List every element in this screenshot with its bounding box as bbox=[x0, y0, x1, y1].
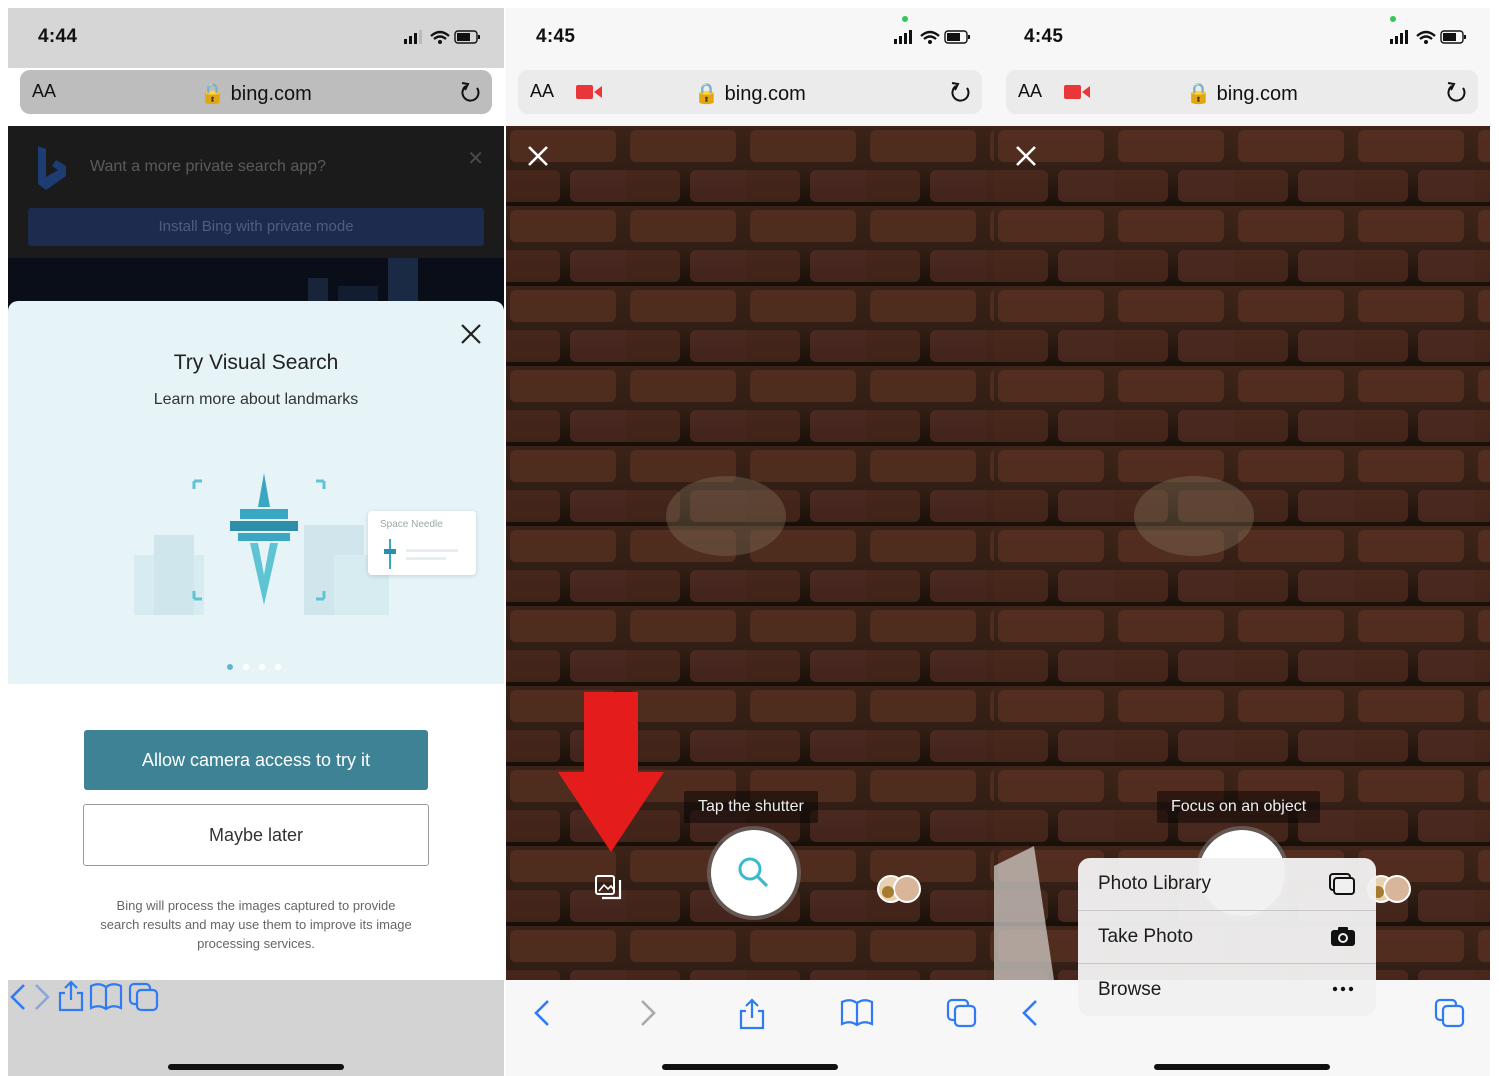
status-time: 4:44 bbox=[38, 26, 78, 47]
status-icons bbox=[894, 30, 970, 44]
menu-item-label: Browse bbox=[1098, 979, 1162, 1000]
status-icons bbox=[404, 30, 480, 44]
forward-icon[interactable] bbox=[638, 998, 658, 1028]
share-icon[interactable] bbox=[57, 980, 85, 1012]
page-dot bbox=[275, 664, 281, 670]
menu-item-label: Take Photo bbox=[1098, 926, 1194, 947]
allow-camera-button[interactable]: Allow camera access to try it bbox=[84, 730, 428, 790]
promo-message: Want a more private search app? bbox=[90, 158, 326, 175]
camera-in-use-indicator bbox=[902, 16, 908, 22]
url-bar[interactable]: AA 🔒 bing.com bbox=[20, 70, 492, 114]
privacy-disclaimer: Bing will process the images captured to… bbox=[100, 898, 412, 951]
photo-gallery-icon[interactable] bbox=[594, 874, 622, 902]
visual-search-sheet: Try Visual Search Learn more about landm… bbox=[8, 301, 504, 684]
space-needle-thumbnail-icon bbox=[384, 539, 458, 569]
camera-icon bbox=[1331, 927, 1355, 946]
close-icon[interactable] bbox=[460, 323, 482, 345]
lock-icon: 🔒 bbox=[200, 83, 226, 105]
install-bing-button[interactable]: Install Bing with private mode bbox=[28, 208, 484, 246]
file-source-menu: Photo Library Take Photo Browse bbox=[1078, 858, 1376, 1016]
bookmarks-icon[interactable] bbox=[89, 982, 123, 1012]
search-icon bbox=[738, 857, 769, 888]
close-camera-icon[interactable] bbox=[1014, 144, 1038, 168]
forward-icon[interactable] bbox=[32, 982, 52, 1012]
status-bar: 4:45 bbox=[994, 8, 1490, 68]
page-dot bbox=[259, 664, 265, 670]
status-time: 4:45 bbox=[1024, 26, 1064, 47]
focus-hint: Focus on an object bbox=[1157, 791, 1321, 823]
home-indicator bbox=[662, 1064, 838, 1070]
status-bar: 4:44 bbox=[8, 8, 504, 68]
menu-item-label: Photo Library bbox=[1098, 873, 1212, 894]
tabs-icon[interactable] bbox=[946, 998, 978, 1028]
photo-library-icon bbox=[1329, 873, 1355, 895]
url-host[interactable]: 🔒 bing.com bbox=[20, 81, 492, 106]
ellipsis-icon bbox=[1332, 986, 1354, 992]
page-indicator bbox=[227, 657, 291, 675]
url-bar[interactable]: AA 🔒 bing.com bbox=[518, 70, 982, 114]
back-icon[interactable] bbox=[532, 998, 552, 1028]
url-host[interactable]: 🔒 bing.com bbox=[518, 81, 982, 106]
shutter-button[interactable] bbox=[711, 830, 797, 916]
lock-icon: 🔒 bbox=[1186, 83, 1212, 105]
status-icons bbox=[1390, 30, 1466, 44]
close-camera-icon[interactable] bbox=[526, 144, 550, 168]
url-bar[interactable]: AA 🔒 bing.com bbox=[1006, 70, 1478, 114]
status-bar: 4:45 bbox=[506, 8, 994, 68]
tabs-icon[interactable] bbox=[128, 982, 160, 1012]
shutter-hint: Tap the shutter bbox=[684, 791, 818, 823]
bing-logo-icon bbox=[38, 146, 66, 190]
sheet-subtitle: Learn more about landmarks bbox=[153, 391, 359, 408]
landmark-card: Space Needle bbox=[368, 511, 476, 575]
screen-visual-search-intro: 4:44 AA 🔒 bing.com Want a more private s… bbox=[8, 8, 504, 1076]
tabs-icon[interactable] bbox=[1434, 998, 1466, 1028]
sheet-title: Try Visual Search bbox=[173, 351, 339, 374]
url-host-text: bing.com bbox=[230, 83, 312, 105]
bookmarks-icon[interactable] bbox=[840, 998, 874, 1028]
url-host[interactable]: 🔒 bing.com bbox=[1006, 81, 1478, 106]
red-arrow-annotation bbox=[558, 692, 664, 852]
reload-icon[interactable] bbox=[950, 80, 972, 104]
reload-icon[interactable] bbox=[460, 80, 482, 104]
lock-icon: 🔒 bbox=[694, 83, 720, 105]
reload-icon[interactable] bbox=[1446, 80, 1468, 104]
bottom-toolbar bbox=[506, 980, 994, 1076]
back-icon[interactable] bbox=[8, 982, 28, 1012]
page-dot bbox=[243, 664, 249, 670]
screen-camera-shutter: 4:45 AA 🔒 bing.com Tap the shutter bbox=[506, 8, 994, 1076]
url-host-text: bing.com bbox=[724, 83, 806, 105]
menu-item-browse[interactable]: Browse bbox=[1078, 963, 1376, 1016]
menu-item-take-photo[interactable]: Take Photo bbox=[1078, 910, 1376, 963]
recent-images-icon[interactable] bbox=[876, 874, 924, 904]
landmark-card-label: Space Needle bbox=[380, 519, 443, 530]
camera-in-use-indicator bbox=[1390, 16, 1396, 22]
bottom-toolbar bbox=[8, 980, 504, 1076]
app-promo-banner: Want a more private search app? ✕ Instal… bbox=[8, 126, 504, 258]
screen-camera-menu: 4:45 AA 🔒 bing.com Focus on an object Ph… bbox=[994, 8, 1490, 1076]
url-host-text: bing.com bbox=[1216, 83, 1298, 105]
home-indicator bbox=[168, 1064, 344, 1070]
back-icon[interactable] bbox=[1020, 998, 1040, 1028]
close-icon[interactable]: ✕ bbox=[467, 146, 484, 171]
share-icon[interactable] bbox=[738, 998, 766, 1030]
menu-item-photo-library[interactable]: Photo Library bbox=[1078, 858, 1376, 910]
status-time: 4:45 bbox=[536, 26, 576, 47]
home-indicator bbox=[1154, 1064, 1330, 1070]
page-dot bbox=[227, 664, 233, 670]
maybe-later-button[interactable]: Maybe later bbox=[83, 804, 429, 866]
